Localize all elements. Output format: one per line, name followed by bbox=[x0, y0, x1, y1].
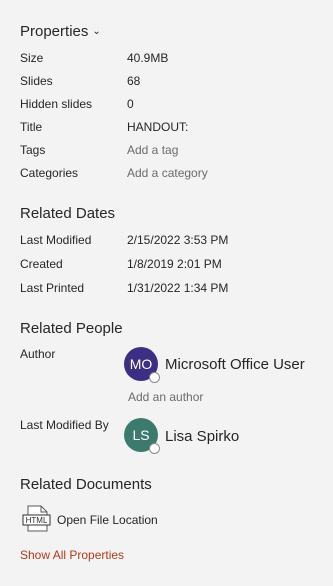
avatar-initials: MO bbox=[129, 356, 153, 372]
author-avatar[interactable]: MO bbox=[124, 347, 160, 383]
last-modified-by-name[interactable]: Lisa Spirko bbox=[165, 428, 239, 445]
html-file-icon: HTML bbox=[22, 505, 51, 532]
open-file-location-button[interactable]: HTML Open File Location bbox=[22, 505, 172, 533]
slides-value: 68 bbox=[127, 74, 141, 88]
chevron-down-icon: ⌄ bbox=[92, 26, 101, 37]
properties-heading-label: Properties bbox=[20, 23, 89, 40]
hidden-slides-label: Hidden slides bbox=[20, 97, 93, 111]
slides-label: Slides bbox=[20, 74, 53, 88]
related-dates-heading: Related Dates bbox=[20, 205, 116, 222]
created-value: 1/8/2019 2:01 PM bbox=[127, 257, 222, 271]
author-name[interactable]: Microsoft Office User bbox=[165, 356, 305, 373]
add-author-input[interactable]: Add an author bbox=[128, 390, 203, 404]
categories-label: Categories bbox=[20, 166, 79, 180]
tags-label: Tags bbox=[20, 143, 46, 157]
hidden-slides-value: 0 bbox=[127, 97, 134, 111]
html-file-icon-text: HTML bbox=[26, 516, 48, 525]
presence-status-icon bbox=[149, 443, 160, 454]
size-value: 40.9MB bbox=[127, 51, 169, 65]
last-printed-label: Last Printed bbox=[20, 281, 85, 295]
avatar-initials: LS bbox=[132, 427, 150, 443]
title-field[interactable]: HANDOUT: bbox=[127, 120, 188, 134]
presence-status-icon bbox=[149, 372, 160, 383]
show-all-properties-link[interactable]: Show All Properties bbox=[20, 548, 124, 562]
properties-heading[interactable]: Properties ⌄ bbox=[20, 23, 101, 40]
tags-input[interactable]: Add a tag bbox=[127, 143, 178, 157]
last-modified-by-label: Last Modified By bbox=[20, 418, 109, 432]
open-file-location-label: Open File Location bbox=[57, 513, 158, 527]
categories-input[interactable]: Add a category bbox=[127, 166, 208, 180]
author-label: Author bbox=[20, 347, 56, 361]
related-documents-heading: Related Documents bbox=[20, 476, 152, 493]
created-label: Created bbox=[20, 257, 63, 271]
related-people-heading: Related People bbox=[20, 320, 123, 337]
last-modified-by-avatar[interactable]: LS bbox=[124, 418, 160, 454]
last-modified-label: Last Modified bbox=[20, 233, 92, 247]
title-label: Title bbox=[20, 120, 43, 134]
last-modified-value: 2/15/2022 3:53 PM bbox=[127, 233, 229, 247]
size-label: Size bbox=[20, 51, 44, 65]
last-printed-value: 1/31/2022 1:34 PM bbox=[127, 281, 229, 295]
